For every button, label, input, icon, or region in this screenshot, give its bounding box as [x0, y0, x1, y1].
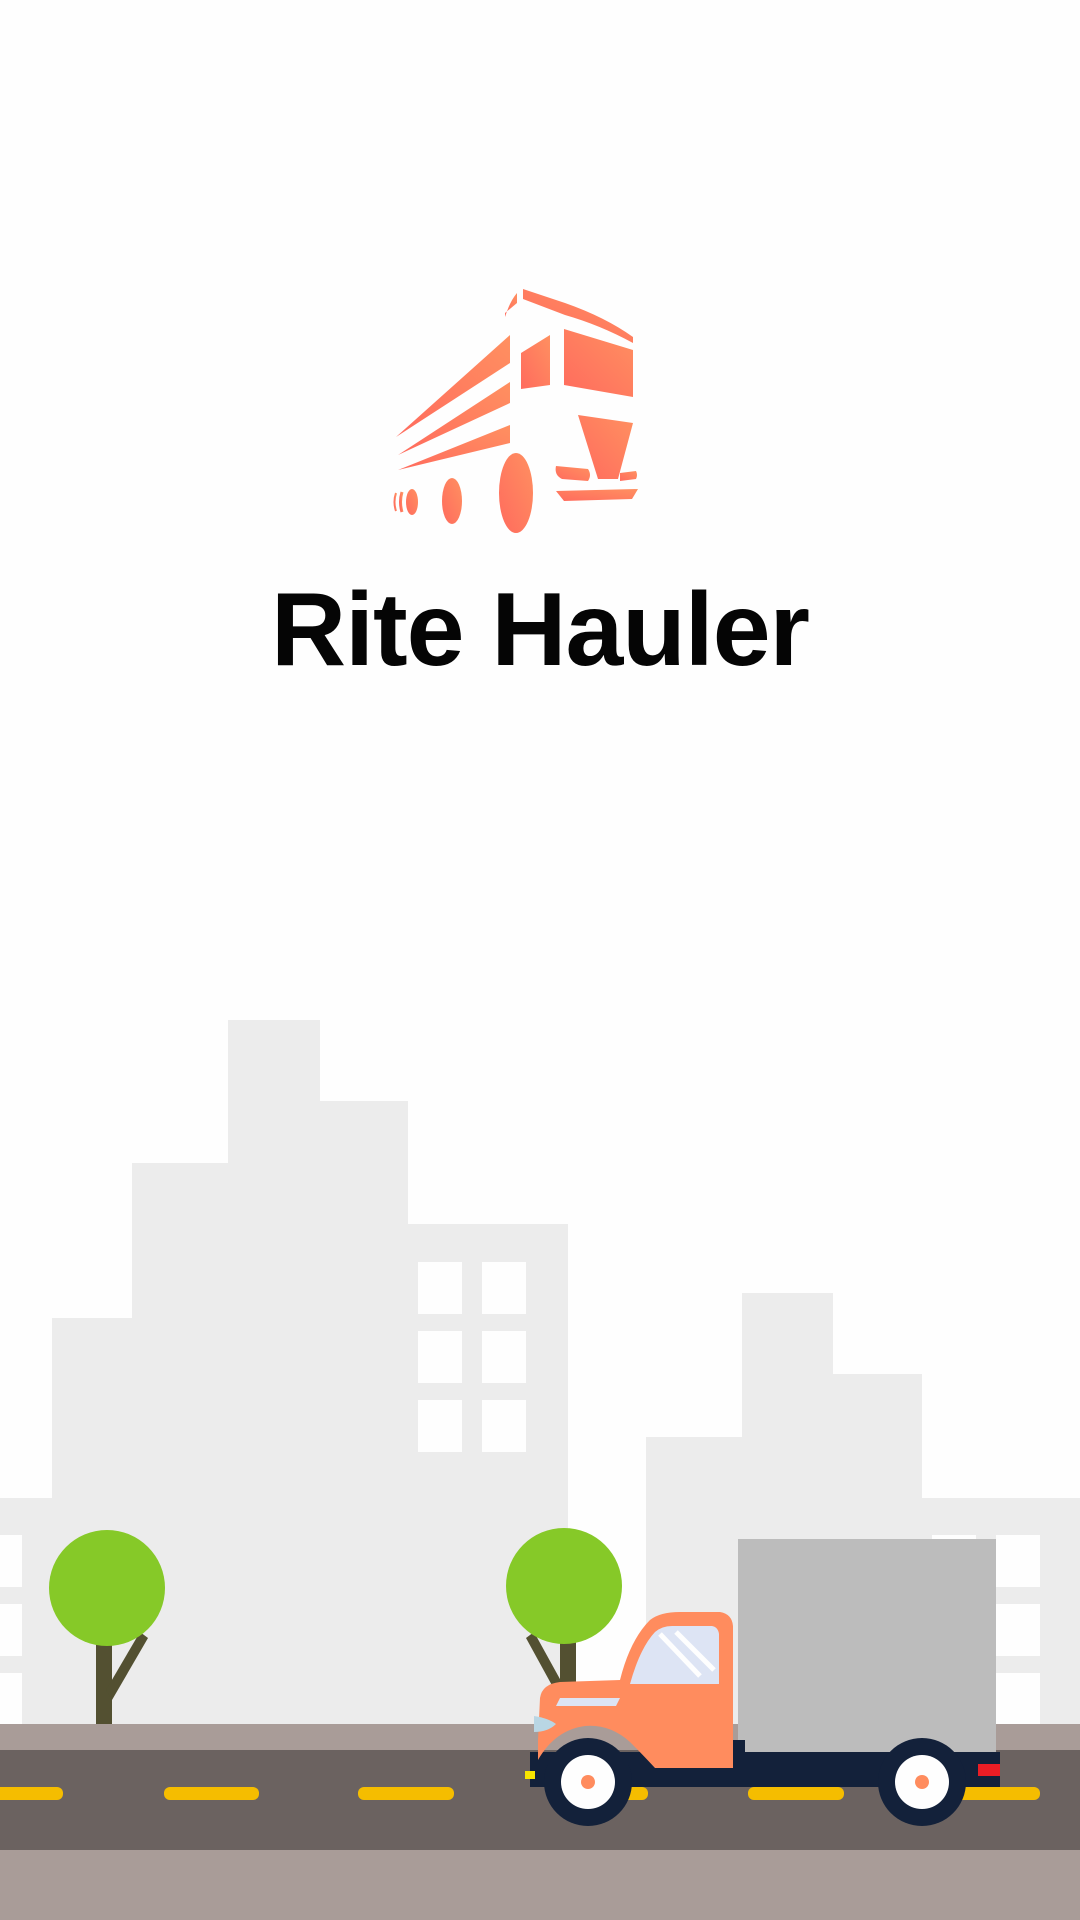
sidewalk-bottom: [0, 1850, 1080, 1920]
city-scene-illustration: [0, 1020, 1080, 1920]
